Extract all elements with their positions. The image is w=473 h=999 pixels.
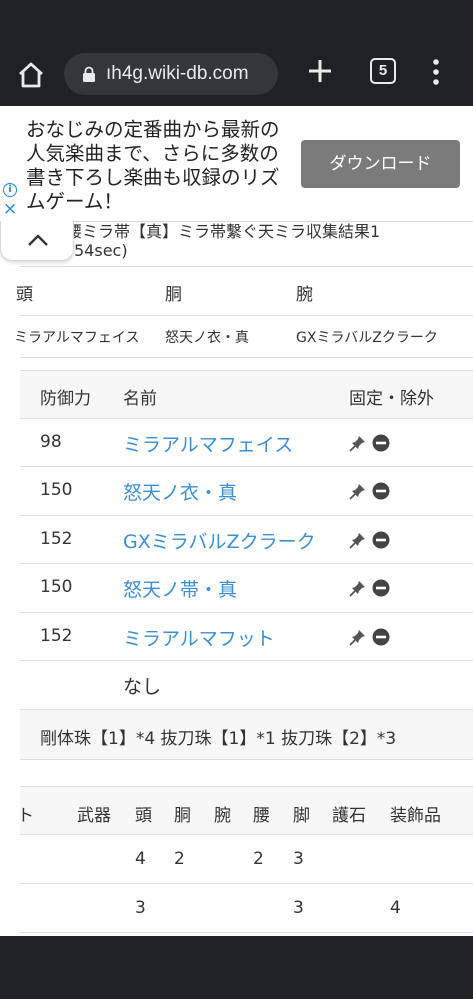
slots-header-cell: 武器: [77, 806, 111, 826]
table-row: なし: [20, 661, 473, 710]
slot-cell: 3: [293, 849, 304, 869]
defense-value: 152: [40, 625, 73, 646]
pin-icon[interactable]: [349, 434, 367, 452]
armor-link[interactable]: GXミラバルZクラーク: [123, 527, 316, 554]
ad-text: おなじみの定番曲から最新の人気楽曲まで、さらに多数の書き下ろし楽曲も収録のリズム…: [26, 118, 280, 213]
defense-value: 98: [40, 431, 62, 452]
decorations-text: 剛体珠【1】*4 抜刀珠【1】*1 抜刀珠【2】*3: [40, 729, 397, 749]
armor-link[interactable]: ミラアルマフット: [123, 624, 275, 651]
slots-header-cell: ト: [17, 806, 34, 826]
exclude-icon[interactable]: [372, 482, 390, 500]
slots-header-cell: 脚: [293, 806, 310, 826]
equipment-table: 防御力 名前 固定・除外 98 ミラアルマフェイス 150 怒天ノ衣・真 152…: [20, 370, 473, 710]
status-bar: [0, 0, 473, 42]
chevron-up-icon: [28, 234, 48, 246]
exclude-icon[interactable]: [372, 434, 390, 452]
table-row: 152 GXミラバルZクラーク: [20, 516, 473, 564]
tab-switcher-button[interactable]: 5: [370, 58, 396, 84]
web-page: 腰ミラ帯【真】ミラ帯繫ぐ天ミラ収集結果1 54sec) おなじみの定番曲から最新…: [0, 106, 473, 936]
browser-toolbar: ıh4g.wiki-db.com 5: [0, 42, 473, 106]
pin-icon[interactable]: [349, 628, 367, 646]
armor-link[interactable]: 怒天ノ帯・真: [123, 575, 237, 602]
new-tab-icon[interactable]: [304, 55, 336, 87]
slots-header-cell: 装飾品: [390, 806, 441, 826]
table-row: 3 3 4: [20, 884, 473, 933]
defense-value: 152: [40, 528, 73, 549]
fix-exclude-header: 固定・除外: [349, 389, 434, 409]
header-body: 胴: [165, 285, 182, 305]
url-text: ıh4g.wiki-db.com: [106, 63, 249, 84]
lock-icon: [83, 66, 95, 82]
table-row: 98 ミラアルマフェイス: [20, 419, 473, 467]
slots-header-cell: 腰: [253, 806, 270, 826]
armor-summary-header: 頭 胴 腕: [16, 266, 473, 316]
address-bar[interactable]: ıh4g.wiki-db.com: [64, 53, 278, 95]
slots-header-row: ト 武器 頭 胴 腕 腰 脚 護石 装飾品: [17, 786, 473, 835]
ad-collapse-button[interactable]: [0, 221, 74, 261]
armor-summary-names: ミラアルマフェイス 怒天ノ衣・真 GXミラバルZクラーク: [14, 316, 473, 358]
summary-head-name: ミラアルマフェイス: [14, 330, 140, 346]
more-menu-icon[interactable]: [426, 56, 446, 88]
slot-cell: 3: [293, 898, 304, 918]
defense-header: 防御力: [40, 389, 91, 409]
slots-header-cell: 腕: [214, 806, 231, 826]
defense-value: 150: [40, 577, 73, 597]
slot-cell: 2: [253, 849, 264, 869]
decorations-row: 剛体珠【1】*4 抜刀珠【1】*1 抜刀珠【2】*3: [20, 710, 473, 760]
name-header: 名前: [123, 389, 157, 409]
header-arms: 腕: [296, 285, 313, 305]
summary-arms-name: GXミラバルZクラーク: [296, 330, 438, 346]
exclude-icon[interactable]: [372, 628, 390, 646]
ad-download-button[interactable]: ダウンロード: [301, 140, 460, 188]
exclude-icon[interactable]: [372, 579, 390, 597]
ad-banner[interactable]: おなじみの定番曲から最新の人気楽曲まで、さらに多数の書き下ろし楽曲も収録のリズム…: [0, 106, 473, 222]
armor-name-none: なし: [123, 676, 162, 698]
pin-icon[interactable]: [349, 482, 367, 500]
slot-cell: 2: [174, 849, 185, 869]
slots-table: ト 武器 頭 胴 腕 腰 脚 護石 装飾品 4 2 2 3 3 3 4: [17, 786, 473, 933]
slot-cell: 3: [135, 898, 146, 918]
ad-close-icon[interactable]: ×: [3, 201, 17, 218]
table-row: 4 2 2 3: [20, 835, 473, 884]
table-row: 150 怒天ノ帯・真: [20, 564, 473, 613]
ad-info-icon[interactable]: i: [3, 183, 17, 197]
home-icon[interactable]: [14, 58, 48, 92]
table-row: 152 ミラアルマフット: [20, 613, 473, 661]
exclude-icon[interactable]: [372, 531, 390, 549]
slots-header-cell: 胴: [174, 806, 191, 826]
pin-icon[interactable]: [349, 531, 367, 549]
header-head: 頭: [16, 285, 33, 305]
navigation-bar: [0, 936, 473, 999]
slots-header-cell: 護石: [332, 806, 366, 826]
slot-cell: 4: [390, 898, 401, 918]
defense-value: 150: [40, 480, 73, 500]
result-time-text: 54sec): [74, 241, 128, 260]
armor-link[interactable]: 怒天ノ衣・真: [123, 478, 237, 505]
pin-icon[interactable]: [349, 579, 367, 597]
slot-cell: 4: [135, 849, 146, 869]
equipment-header-row: 防御力 名前 固定・除外: [20, 370, 473, 419]
summary-body-name: 怒天ノ衣・真: [165, 330, 249, 346]
table-row: 150 怒天ノ衣・真: [20, 467, 473, 516]
slots-header-cell: 頭: [135, 806, 152, 826]
armor-link[interactable]: ミラアルマフェイス: [123, 430, 293, 457]
